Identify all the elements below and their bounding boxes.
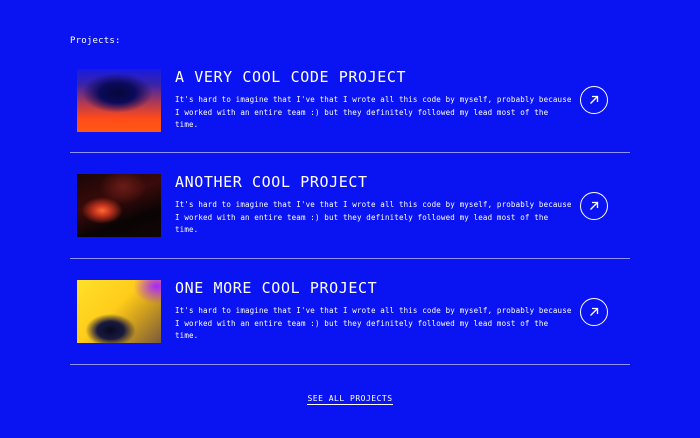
project-thumbnail[interactable] [77,69,161,132]
project-title[interactable]: ANOTHER COOL PROJECT [175,173,368,191]
arrow-up-right-icon [590,201,599,210]
project-thumbnail[interactable] [77,280,161,343]
project-description: It's hard to imagine that I've that I wr… [175,306,572,340]
see-all-container: SEE ALL PROJECTS [0,386,700,405]
project-card: A VERY COOL CODE PROJECT It's hard to im… [70,47,630,153]
projects-list: A VERY COOL CODE PROJECT It's hard to im… [70,47,630,365]
project-title[interactable]: A VERY COOL CODE PROJECT [175,68,406,86]
project-description: It's hard to imagine that I've that I wr… [175,95,572,129]
projects-section-label: Projects: [70,36,121,46]
see-all-projects-link[interactable]: SEE ALL PROJECTS [307,394,393,405]
project-card: ONE MORE COOL PROJECT It's hard to imagi… [70,259,630,365]
project-title[interactable]: ONE MORE COOL PROJECT [175,279,377,297]
open-project-button[interactable] [580,192,608,220]
project-description: It's hard to imagine that I've that I wr… [175,200,572,234]
arrow-up-right-icon [590,307,599,316]
arrow-up-right-icon [590,95,599,104]
project-card: ANOTHER COOL PROJECT It's hard to imagin… [70,153,630,259]
open-project-button[interactable] [580,298,608,326]
project-thumbnail[interactable] [77,174,161,237]
open-project-button[interactable] [580,86,608,114]
